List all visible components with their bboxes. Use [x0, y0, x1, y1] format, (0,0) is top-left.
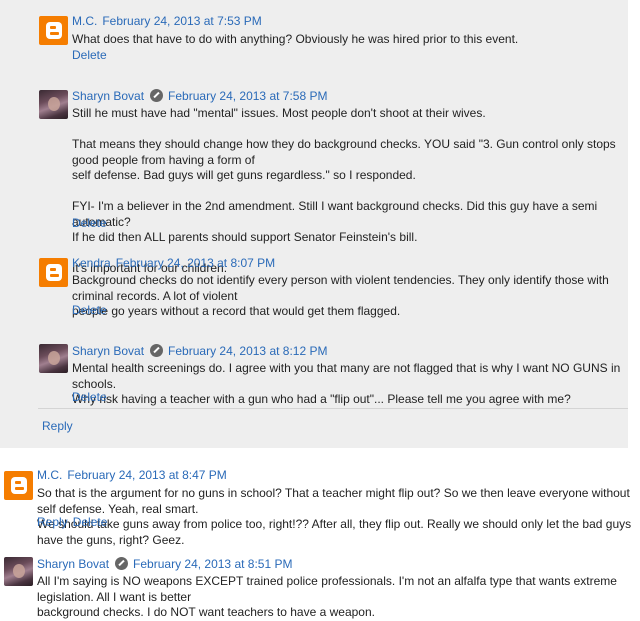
delete-link[interactable]: Delete: [73, 515, 108, 529]
comment-date[interactable]: February 24, 2013 at 7:53 PM: [102, 14, 261, 28]
pencil-icon: [115, 557, 129, 570]
comment-text-line: What does that have to do with anything?…: [72, 32, 519, 46]
comment-body: Still he must have had "mental" issues. …: [72, 106, 640, 277]
blogger-logo-icon[interactable]: [39, 258, 68, 287]
comment-date[interactable]: February 24, 2013 at 8:07 PM: [116, 256, 275, 270]
comment-body: What does that have to do with anything?…: [72, 32, 518, 48]
comment-text-line: FYI- I'm a believer in the 2nd amendment…: [72, 199, 598, 229]
blogger-logo-icon[interactable]: [4, 471, 33, 500]
blogger-logo-icon[interactable]: [39, 16, 68, 45]
thread-divider: [38, 408, 628, 409]
comment-date[interactable]: February 24, 2013 at 7:58 PM: [168, 89, 327, 103]
comment-author[interactable]: Sharyn Bovat: [72, 344, 144, 358]
pencil-icon: [150, 344, 164, 357]
comment-body: Background checks do not identify every …: [72, 273, 640, 320]
comment-header: M.C. February 24, 2013 at 8:47 PM: [37, 468, 227, 482]
comment-text-line: If he did then ALL parents should suppor…: [72, 230, 418, 244]
comment-text-line: So that is the argument for no guns in s…: [37, 486, 630, 516]
delete-link[interactable]: Delete: [72, 303, 107, 317]
comment-author[interactable]: Sharyn Bovat: [72, 89, 144, 103]
delete-link[interactable]: Delete: [72, 390, 107, 404]
comment-header: Kendra February 24, 2013 at 8:07 PM: [72, 256, 275, 270]
delete-link[interactable]: Delete: [72, 216, 107, 230]
delete-link[interactable]: Delete: [72, 48, 107, 62]
comment-header: Sharyn Bovat February 24, 2013 at 8:12 PM: [72, 344, 327, 358]
user-photo-avatar[interactable]: [4, 557, 33, 586]
comment-author[interactable]: Sharyn Bovat: [37, 557, 109, 571]
comment-header: M.C. February 24, 2013 at 7:53 PM: [72, 14, 262, 28]
comment-body: So that is the argument for no guns in s…: [37, 486, 640, 548]
comment-text-line: self defense. Bad guys will get guns reg…: [72, 168, 416, 182]
reply-link[interactable]: Reply: [37, 515, 68, 529]
comment-text-line: background checks. I do NOT want teacher…: [37, 605, 375, 619]
reply-label[interactable]: Reply: [42, 419, 73, 433]
comment-actions: Delete: [72, 390, 107, 404]
comment-date[interactable]: February 24, 2013 at 8:47 PM: [67, 468, 226, 482]
comment-actions: Reply Delete: [37, 515, 107, 529]
comment-text-line: Mental health screenings do. I agree wit…: [72, 361, 621, 391]
pencil-icon: [150, 89, 164, 102]
comment-date[interactable]: February 24, 2013 at 8:12 PM: [168, 344, 327, 358]
comment-header: Sharyn Bovat February 24, 2013 at 7:58 PM: [72, 89, 327, 103]
comment-author[interactable]: M.C.: [72, 14, 97, 28]
comment-text-line: Why risk having a teacher with a gun who…: [72, 392, 571, 406]
comment-text-line: We should take guns away from police too…: [37, 517, 632, 547]
comment-author[interactable]: M.C.: [37, 468, 62, 482]
comment-date[interactable]: February 24, 2013 at 8:51 PM: [133, 557, 292, 571]
comment-text-line: All I'm saying is NO weapons EXCEPT trai…: [37, 574, 617, 604]
comment-text-line: people go years without a record that wo…: [72, 304, 401, 318]
user-photo-avatar[interactable]: [39, 90, 68, 119]
comment-text-line: Still he must have had "mental" issues. …: [72, 106, 486, 120]
comment-author[interactable]: Kendra: [72, 256, 111, 270]
comment-text-line: That means they should change how they d…: [72, 137, 616, 167]
comment-actions: Delete: [72, 303, 107, 317]
thread-reply-button[interactable]: Reply: [42, 419, 73, 433]
comment-actions: Delete: [72, 216, 107, 230]
comment-actions: Delete: [72, 48, 107, 62]
comment-body: All I'm saying is NO weapons EXCEPT trai…: [37, 574, 640, 621]
comment-header: Sharyn Bovat February 24, 2013 at 8:51 PM: [37, 557, 292, 571]
user-photo-avatar[interactable]: [39, 344, 68, 373]
comment-text-line: Background checks do not identify every …: [72, 273, 609, 303]
comment-body: Mental health screenings do. I agree wit…: [72, 361, 640, 408]
